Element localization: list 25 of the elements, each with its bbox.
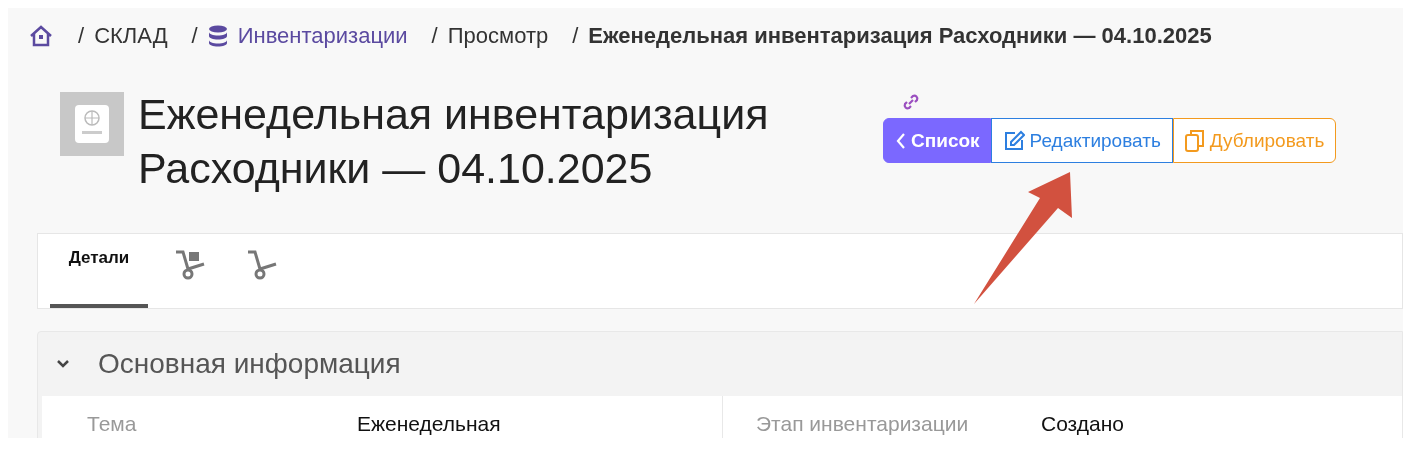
back-button[interactable]: Список <box>883 118 991 163</box>
field-value: Еженедельная <box>357 412 501 437</box>
copy-icon <box>1184 129 1205 152</box>
field-label: Этап инвентаризации <box>756 412 970 437</box>
chevron-left-icon <box>896 131 906 150</box>
database-icon <box>207 25 228 47</box>
home-icon[interactable] <box>28 24 54 48</box>
page-title: Еженедельная инвентаризация Расходники — 04.10.2025 <box>138 89 770 194</box>
breadcrumb-current: Еженедельная инвентаризация Расходники — 04.10.2025 <box>588 23 1212 49</box>
breadcrumb-separator: / <box>78 23 85 49</box>
passport-icon <box>73 103 111 145</box>
breadcrumb-separator: / <box>191 23 198 49</box>
field-label: Тема <box>87 412 138 437</box>
section-title: Основная информация <box>98 348 401 380</box>
breadcrumb-link[interactable]: Инвентаризации <box>237 23 408 49</box>
tab[interactable]: Детали <box>50 234 148 308</box>
breadcrumb-separator: / <box>572 23 579 49</box>
breadcrumb-link[interactable]: Просмотр <box>447 23 549 49</box>
field-value: Создано <box>1041 412 1124 437</box>
edit-icon <box>1002 129 1025 152</box>
breadcrumb-separator: / <box>431 23 438 49</box>
breadcrumb-link[interactable]: СКЛАД <box>94 23 168 49</box>
edit-button[interactable]: Редактировать <box>990 118 1173 163</box>
chevron-icon[interactable] <box>56 359 70 369</box>
link-icon[interactable] <box>901 92 921 112</box>
